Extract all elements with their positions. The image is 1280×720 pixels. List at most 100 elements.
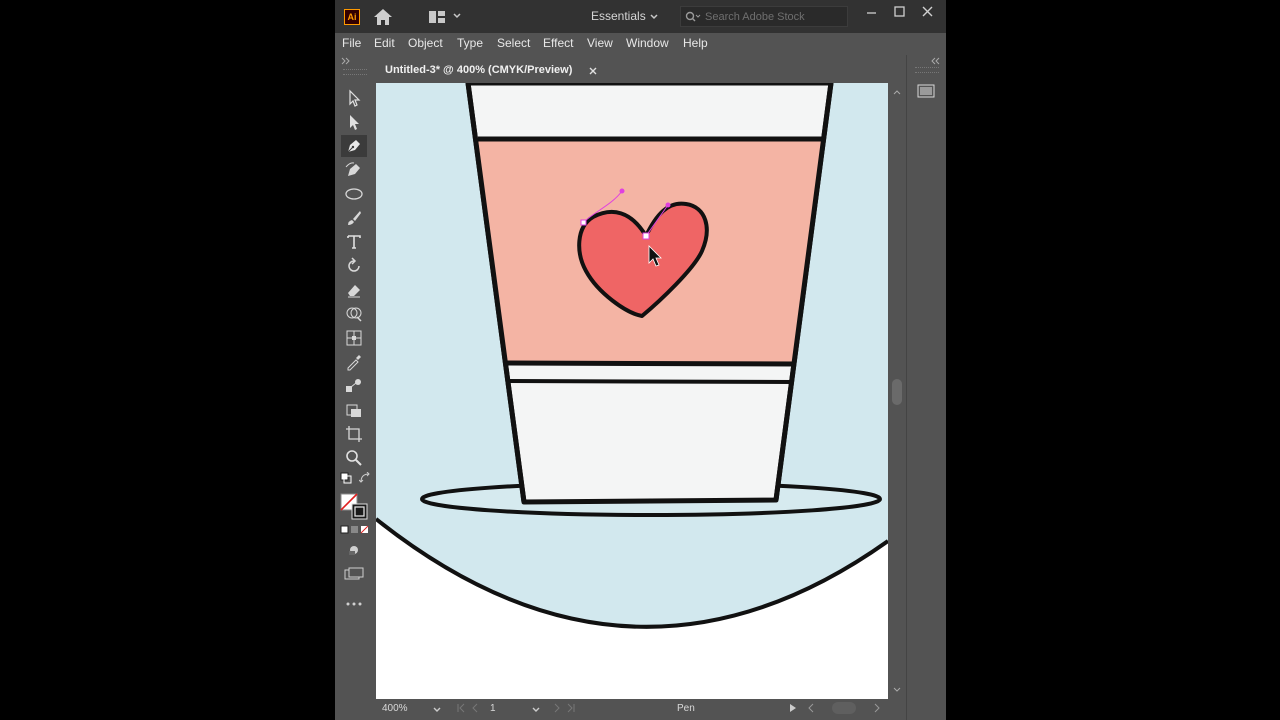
artboard-icon xyxy=(346,426,362,442)
menu-edit[interactable]: Edit xyxy=(374,36,395,50)
eyedropper-tool[interactable] xyxy=(341,351,367,373)
menu-effect[interactable]: Effect xyxy=(543,36,573,50)
tools-panel xyxy=(335,55,375,720)
document-tab-title: Untitled-3* @ 400% (CMYK/Preview) xyxy=(385,64,573,76)
symbol-sprayer-tool[interactable] xyxy=(341,399,367,421)
curvature-tool[interactable] xyxy=(341,159,367,181)
menu-help[interactable]: Help xyxy=(683,36,708,50)
handle-point[interactable] xyxy=(665,202,671,208)
shape-builder-tool[interactable] xyxy=(341,303,367,325)
eyedropper-icon xyxy=(347,355,361,371)
band-bottom-line xyxy=(505,360,797,367)
anchor-point-active[interactable] xyxy=(642,232,650,240)
menu-window[interactable]: Window xyxy=(626,36,669,50)
eraser-icon xyxy=(348,285,360,298)
artboard-canvas[interactable] xyxy=(376,83,888,699)
minimize-icon[interactable] xyxy=(862,5,882,19)
document-tab[interactable]: Untitled-3* @ 400% (CMYK/Preview) xyxy=(376,58,606,83)
pen-icon xyxy=(347,140,360,153)
artboard-tool[interactable] xyxy=(341,423,367,445)
horizontal-scrollbar-thumb[interactable] xyxy=(832,702,856,714)
maximize-icon[interactable] xyxy=(890,5,910,19)
direct-selection-arrow-icon xyxy=(350,115,359,130)
cup-lower-line xyxy=(508,379,794,384)
panel-grip[interactable] xyxy=(915,67,939,73)
type-t-icon xyxy=(347,235,361,249)
blend-tool[interactable] xyxy=(341,375,367,397)
search-input[interactable] xyxy=(705,9,845,24)
paintbrush-tool[interactable] xyxy=(341,207,367,229)
handle-point[interactable] xyxy=(619,188,625,194)
paintbrush-icon xyxy=(348,211,361,225)
ellipse-icon xyxy=(345,188,363,200)
shape-builder-icon xyxy=(346,307,362,322)
cup-artwork[interactable] xyxy=(376,83,888,699)
stock-search-box[interactable] xyxy=(680,6,848,27)
zoom-tool[interactable] xyxy=(341,447,367,469)
arrange-documents-icon[interactable] xyxy=(428,10,446,24)
symbol-sprayer-icon xyxy=(346,404,361,417)
menu-view[interactable]: View xyxy=(587,36,613,50)
pen-tool[interactable] xyxy=(341,135,367,157)
right-panel-dock xyxy=(906,55,946,720)
menu-file[interactable]: File xyxy=(342,36,361,50)
default-colors-icon[interactable] xyxy=(340,472,352,484)
current-tool-status: Pen xyxy=(677,703,695,714)
app-bar: Ai Essentials xyxy=(335,0,946,33)
expand-panel-icon[interactable] xyxy=(931,57,941,65)
scrollbar-thumb[interactable] xyxy=(892,379,902,405)
selection-tool[interactable] xyxy=(341,87,367,109)
close-tab-icon[interactable] xyxy=(588,66,598,76)
fill-stroke-swatches[interactable] xyxy=(340,493,370,521)
menu-type[interactable]: Type xyxy=(457,36,483,50)
selection-arrow-icon xyxy=(349,89,361,107)
zoom-magnifier-icon xyxy=(346,450,362,466)
chevron-down-icon[interactable] xyxy=(452,10,462,22)
anchor-point[interactable] xyxy=(580,219,587,226)
vertical-scrollbar[interactable] xyxy=(888,83,906,699)
free-transform-icon xyxy=(346,330,362,346)
scroll-right-icon[interactable] xyxy=(873,703,881,713)
zoom-level-field[interactable]: 400% xyxy=(376,701,448,717)
screen-mode-icon[interactable] xyxy=(344,567,364,581)
direct-selection-tool[interactable] xyxy=(341,111,367,133)
blend-icon xyxy=(346,379,361,392)
color-mode-icons[interactable] xyxy=(340,525,370,535)
menu-select[interactable]: Select xyxy=(497,36,530,50)
rotate-tool[interactable] xyxy=(341,255,367,277)
chevron-down-icon[interactable] xyxy=(649,12,659,22)
artboard-number: 1 xyxy=(490,703,496,714)
collapse-panel-icon[interactable] xyxy=(341,57,351,65)
type-tool[interactable] xyxy=(341,231,367,253)
search-icon xyxy=(685,11,701,22)
last-artboard-icon[interactable] xyxy=(566,703,576,713)
next-artboard-icon[interactable] xyxy=(552,703,562,713)
status-menu-icon[interactable] xyxy=(789,703,797,713)
fill-none-swatch-icon xyxy=(340,493,368,520)
scroll-up-icon[interactable] xyxy=(892,88,902,96)
artboard-number-field[interactable]: 1 xyxy=(484,701,544,717)
previous-artboard-icon[interactable] xyxy=(470,703,480,713)
illustrator-window: Ai Essentials File Edit Object Type Sele… xyxy=(335,0,946,720)
chevron-down-icon[interactable] xyxy=(531,705,541,715)
menu-object[interactable]: Object xyxy=(408,36,443,50)
free-transform-tool[interactable] xyxy=(341,327,367,349)
eraser-tool[interactable] xyxy=(341,279,367,301)
swap-colors-icon[interactable] xyxy=(359,472,371,484)
curvature-pen-icon xyxy=(345,162,360,176)
chevron-down-icon[interactable] xyxy=(432,705,442,715)
home-icon[interactable] xyxy=(373,8,393,26)
zoom-value: 400% xyxy=(382,703,408,714)
ellipse-tool[interactable] xyxy=(341,183,367,205)
draw-mode-icon[interactable] xyxy=(347,544,361,556)
scroll-left-icon[interactable] xyxy=(807,703,815,713)
close-icon[interactable] xyxy=(918,5,938,19)
scroll-down-icon[interactable] xyxy=(892,686,902,694)
workspace-switcher[interactable]: Essentials xyxy=(591,9,646,23)
rotate-icon xyxy=(348,257,360,272)
first-artboard-icon[interactable] xyxy=(456,703,466,713)
more-tools-icon[interactable] xyxy=(345,601,363,607)
menu-bar: File Edit Object Type Select Effect View… xyxy=(335,33,946,55)
panel-grip[interactable] xyxy=(343,69,367,75)
properties-panel-icon[interactable] xyxy=(917,84,935,98)
